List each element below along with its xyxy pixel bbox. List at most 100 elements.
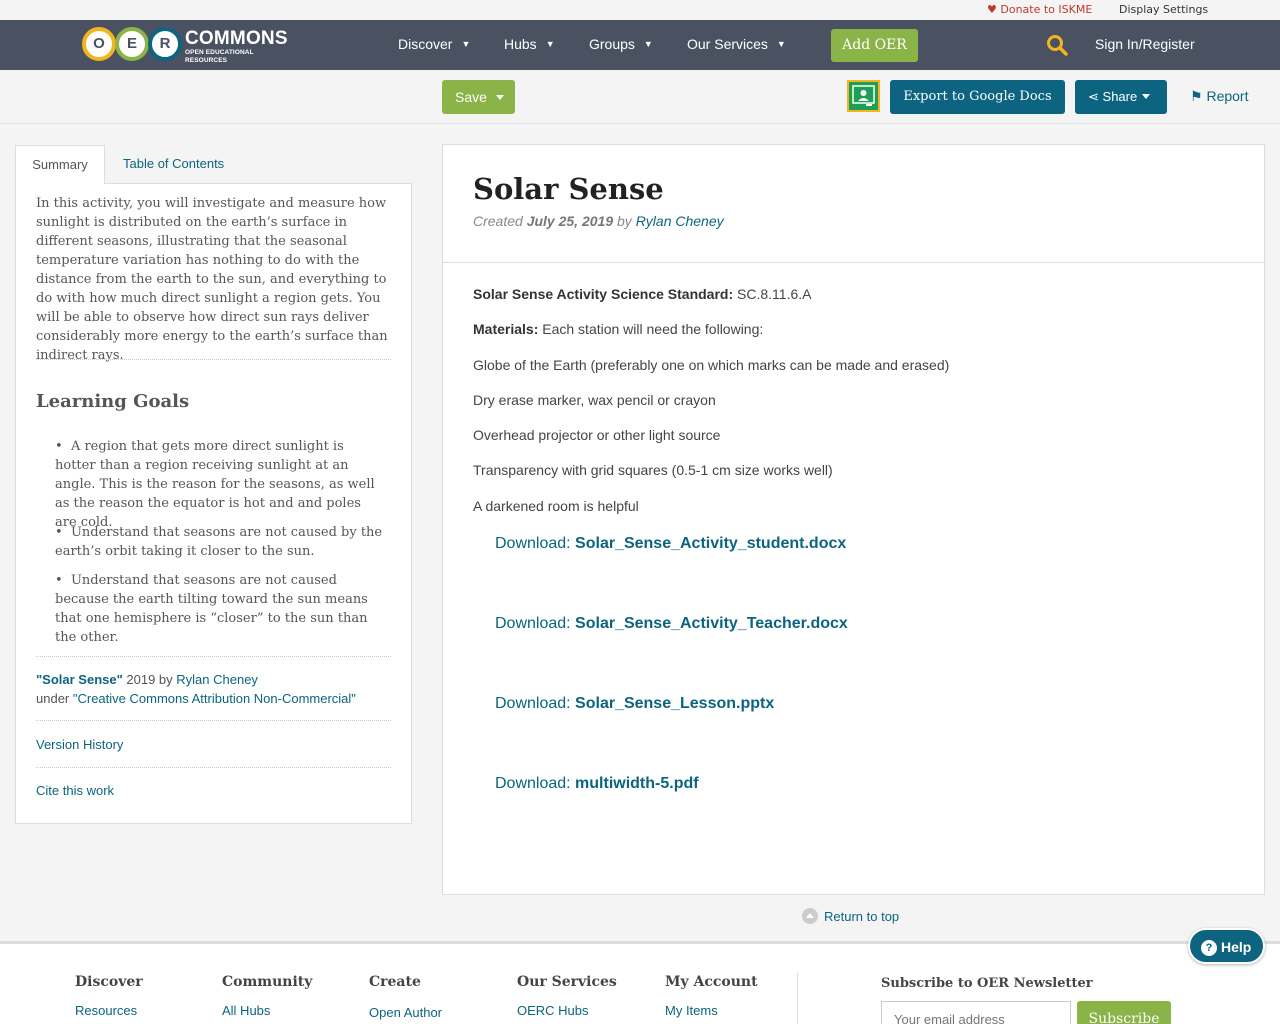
- footer-create-title: Create: [369, 974, 421, 990]
- bullet-icon: •: [55, 573, 71, 588]
- footer-my-account-title: My Account: [665, 974, 758, 990]
- version-history-link[interactable]: Version History: [36, 737, 123, 752]
- flag-icon: ⚑: [1190, 88, 1203, 104]
- save-button[interactable]: Save: [442, 80, 515, 114]
- footer-discover-title: Discover: [75, 974, 143, 990]
- caret-down-icon: [1142, 94, 1151, 99]
- download-link[interactable]: Download: Solar_Sense_Activity_student.d…: [495, 535, 846, 553]
- chevron-down-icon: ▼: [545, 39, 555, 49]
- divider: [36, 359, 391, 360]
- download-link[interactable]: Download: Solar_Sense_Lesson.pptx: [495, 695, 774, 713]
- learning-goal-text: Understand that seasons are not caused b…: [55, 573, 368, 645]
- material-item: Dry erase marker, wax pencil or crayon: [473, 392, 716, 408]
- created-prefix: Created: [473, 213, 527, 229]
- footer-open-author-link[interactable]: Open Author: [369, 1005, 442, 1020]
- donate-label: Donate to ISKME: [1000, 3, 1093, 16]
- nav-groups[interactable]: Groups ▼: [589, 36, 653, 52]
- chevron-down-icon: ▼: [643, 39, 653, 49]
- footer-our-services-title: Our Services: [517, 974, 617, 990]
- logo-letter-r: R: [148, 27, 182, 61]
- footer-oerc-hubs-link[interactable]: OERC Hubs: [517, 1003, 589, 1018]
- logo-wordmark: COMMONS OPEN EDUCATIONAL RESOURCES: [185, 29, 288, 65]
- resource-content: Solar Sense Created July 25, 2019 by Ryl…: [442, 144, 1265, 895]
- download-filename: multiwidth-5.pdf: [575, 775, 699, 792]
- standard-value: SC.8.11.6.A: [733, 286, 812, 302]
- learning-goal-text: Understand that seasons are not caused b…: [55, 525, 383, 559]
- footer: Discover Resources Community All Hubs Cr…: [0, 941, 1280, 1024]
- science-standard: Solar Sense Activity Science Standard: S…: [473, 286, 811, 302]
- chevron-down-icon: ▼: [776, 39, 786, 49]
- cite-this-work-link[interactable]: Cite this work: [36, 783, 114, 798]
- download-filename: Solar_Sense_Activity_student.docx: [575, 535, 847, 552]
- footer-community-title: Community: [222, 974, 313, 990]
- byline: Created July 25, 2019 by Rylan Cheney: [473, 213, 724, 229]
- material-item: A darkened room is helpful: [473, 498, 639, 514]
- byline-by: by: [613, 213, 636, 229]
- utility-bar: ♥ Donate to ISKME Display Settings: [0, 0, 1280, 20]
- caret-down-icon: [495, 95, 504, 100]
- download-link[interactable]: Download: multiwidth-5.pdf: [495, 775, 699, 793]
- learning-goal-item: • A region that gets more direct sunligh…: [55, 437, 385, 532]
- save-label: Save: [455, 89, 487, 105]
- divider: [36, 767, 391, 768]
- divider: [443, 262, 1264, 263]
- download-link[interactable]: Download: Solar_Sense_Activity_Teacher.d…: [495, 615, 848, 633]
- search-icon[interactable]: [1046, 34, 1068, 56]
- help-button[interactable]: ? Help: [1188, 928, 1265, 964]
- footer-all-hubs-link[interactable]: All Hubs: [222, 1003, 270, 1018]
- materials: Materials: Each station will need the fo…: [473, 321, 763, 337]
- oer-commons-logo[interactable]: O E R COMMONS OPEN EDUCATIONAL RESOURCES: [82, 25, 288, 65]
- summary-panel: In this activity, you will investigate a…: [15, 183, 412, 824]
- attribution-year: 2019 by: [122, 672, 177, 687]
- help-label: Help: [1221, 939, 1252, 955]
- nav-discover[interactable]: Discover ▼: [398, 36, 470, 52]
- license-link[interactable]: "Creative Commons Attribution Non-Commer…: [73, 691, 356, 706]
- logo-title: COMMONS: [185, 28, 288, 49]
- materials-label: Materials:: [473, 321, 539, 337]
- download-prefix: Download:: [495, 535, 576, 552]
- page-title: Solar Sense: [473, 172, 664, 206]
- bullet-icon: •: [55, 439, 71, 454]
- material-item: Globe of the Earth (preferably one on wh…: [473, 357, 950, 373]
- google-classroom-button[interactable]: [847, 80, 880, 112]
- google-classroom-icon: [852, 85, 875, 106]
- footer-resources-link[interactable]: Resources: [75, 1003, 137, 1018]
- attribution-under: under: [36, 691, 73, 706]
- attribution-title[interactable]: "Solar Sense": [36, 672, 123, 687]
- download-prefix: Download:: [495, 775, 576, 792]
- divider: [36, 656, 391, 657]
- tab-table-of-contents[interactable]: Table of Contents: [123, 145, 224, 184]
- learning-goal-text: A region that gets more direct sunlight …: [55, 439, 375, 530]
- summary-text: In this activity, you will investigate a…: [36, 196, 388, 363]
- report-link[interactable]: ⚑ Report: [1190, 88, 1248, 105]
- export-google-docs-button[interactable]: Export to Google Docs: [890, 80, 1065, 114]
- author-link[interactable]: Rylan Cheney: [636, 213, 724, 229]
- newsletter-title: Subscribe to OER Newsletter: [881, 976, 1093, 991]
- donate-link[interactable]: ♥ Donate to ISKME: [987, 3, 1092, 16]
- arrow-up-icon: [802, 908, 818, 924]
- share-button[interactable]: ⋖ Share: [1075, 80, 1167, 114]
- heart-icon: ♥: [987, 3, 997, 16]
- logo-letter-e: E: [115, 27, 149, 61]
- display-settings-link[interactable]: Display Settings: [1119, 3, 1208, 16]
- materials-text: Each station will need the following:: [538, 321, 764, 337]
- question-icon: ?: [1201, 940, 1217, 956]
- subscribe-button[interactable]: Subscribe: [1077, 1001, 1171, 1024]
- divider: [797, 973, 798, 1024]
- nav-our-services[interactable]: Our Services ▼: [687, 36, 786, 52]
- learning-goal-item: • Understand that seasons are not caused…: [55, 523, 385, 561]
- main-nav: O E R COMMONS OPEN EDUCATIONAL RESOURCES…: [0, 20, 1280, 70]
- learning-goal-item: • Understand that seasons are not caused…: [55, 571, 385, 647]
- chevron-down-icon: ▼: [461, 39, 471, 49]
- attribution-author-link[interactable]: Rylan Cheney: [176, 672, 258, 687]
- footer-my-items-link[interactable]: My Items: [665, 1003, 718, 1018]
- sign-in-register-link[interactable]: Sign In/Register: [1095, 36, 1195, 52]
- nav-hubs[interactable]: Hubs ▼: [504, 36, 555, 52]
- newsletter-email-input[interactable]: [881, 1001, 1071, 1024]
- tab-summary[interactable]: Summary: [15, 145, 105, 184]
- add-oer-button[interactable]: Add OER: [831, 29, 918, 62]
- return-to-top-link[interactable]: Return to top: [802, 908, 899, 924]
- material-item: Transparency with grid squares (0.5-1 cm…: [473, 462, 833, 478]
- nav-groups-label: Groups: [589, 36, 635, 52]
- nav-our-services-label: Our Services: [687, 36, 768, 52]
